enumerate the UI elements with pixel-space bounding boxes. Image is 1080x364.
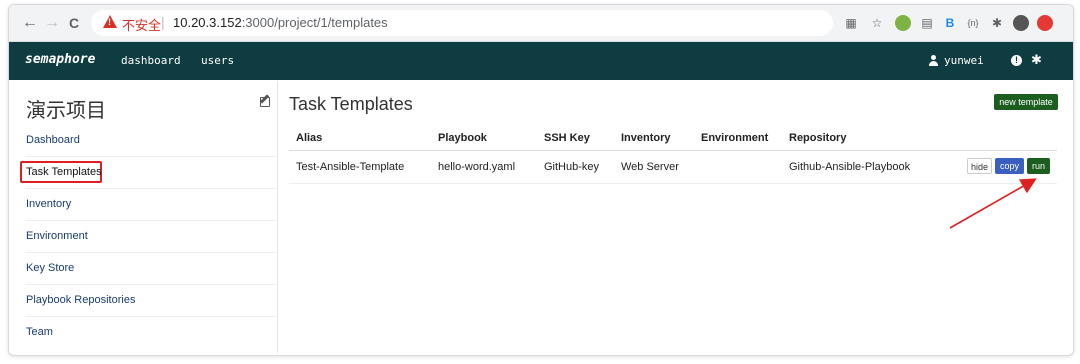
username-link[interactable]: yunwei (944, 54, 984, 67)
forward-button[interactable]: → (43, 14, 61, 32)
column-header-playbook: Playbook (438, 132, 487, 144)
column-header-ssh-key: SSH Key (544, 132, 590, 144)
sidebar-item-playbook-repositories[interactable]: Playbook Repositories (25, 284, 277, 315)
app-navbar: semaphore dashboard users yunwei ! ✱ (9, 42, 1073, 80)
reload-button[interactable]: C (65, 14, 83, 32)
sidebar-item-label: Dashboard (26, 134, 80, 146)
brand-logo[interactable]: semaphore (25, 52, 95, 67)
cell-playbook: hello-word.yaml (438, 161, 516, 173)
profile-icon[interactable] (1013, 15, 1029, 31)
star-icon[interactable]: ☆ (869, 15, 885, 31)
opera-icon[interactable] (1037, 15, 1053, 31)
table-header-divider (289, 150, 1057, 151)
address-bar[interactable]: 不安全 | 10.20.3.152:3000/project/1/templat… (91, 10, 833, 36)
sidebar-item-inventory[interactable]: Inventory (25, 188, 277, 219)
warning-icon (103, 15, 117, 28)
column-header-repository: Repository (789, 132, 847, 144)
sidebar-item-key-store[interactable]: Key Store (25, 252, 277, 283)
url-host: 10.20.3.152 (173, 15, 242, 30)
info-icon[interactable]: ! (1011, 55, 1022, 66)
back-button[interactable]: ← (21, 14, 39, 32)
extension-icon-4[interactable]: {n} (965, 15, 981, 31)
table-row-divider (289, 183, 1057, 184)
run-button[interactable]: run (1027, 158, 1050, 174)
column-header-environment: Environment (701, 132, 769, 144)
cell-inventory: Web Server (621, 161, 679, 173)
copy-button[interactable]: copy (995, 158, 1024, 174)
sidebar-item-label: Playbook Repositories (26, 294, 136, 306)
browser-window: ← → C 不安全 | 10.20.3.152:3000/project/1/t… (8, 4, 1074, 356)
nav-users[interactable]: users (201, 54, 234, 67)
column-header-inventory: Inventory (621, 132, 671, 144)
sidebar-item-label: Environment (26, 230, 88, 242)
insecure-label: 不安全 (122, 18, 162, 33)
browser-toolbar: ← → C 不安全 | 10.20.3.152:3000/project/1/t… (9, 5, 1073, 42)
sidebar-item-task-templates[interactable]: Task Templates (20, 156, 277, 187)
sidebar-item-label: Task Templates (26, 166, 102, 178)
cell-repository: Github-Ansible-Playbook (789, 161, 911, 173)
url-text: 10.20.3.152:3000/project/1/templates (173, 15, 388, 30)
extension-icon-2[interactable]: ▤ (919, 15, 935, 31)
cell-ssh-key: GitHub-key (544, 161, 600, 173)
project-title: 演示项目 (26, 98, 106, 122)
nav-dashboard[interactable]: dashboard (121, 54, 181, 67)
sidebar-item-environment[interactable]: Environment (25, 220, 277, 251)
sidebar-item-team[interactable]: Team (25, 316, 277, 347)
new-template-button[interactable]: new template (994, 94, 1058, 110)
sidebar-item-dashboard[interactable]: Dashboard (25, 125, 277, 155)
edit-icon[interactable] (260, 95, 270, 107)
translate-icon[interactable]: ▦ (843, 15, 859, 31)
sidebar-item-label: Key Store (26, 262, 75, 274)
extension-icon-3[interactable]: B (942, 15, 958, 31)
extension-icon-1[interactable] (895, 15, 911, 31)
sidebar-item-label: Team (26, 326, 53, 338)
url-separator: | (161, 14, 165, 30)
page-title: Task Templates (289, 94, 413, 114)
extension-icon[interactable]: ✱ (989, 15, 1005, 31)
user-icon (928, 55, 938, 66)
hide-button[interactable]: hide (967, 158, 992, 174)
sidebar-item-label: Inventory (26, 198, 72, 210)
project-sidebar: 演示项目 Dashboard Task Templates Inventory … (20, 81, 278, 353)
column-header-alias: Alias (296, 132, 323, 144)
cell-alias[interactable]: Test-Ansible-Template (296, 161, 404, 173)
url-path: :3000/project/1/templates (241, 15, 388, 30)
gear-icon[interactable]: ✱ (1031, 52, 1042, 68)
